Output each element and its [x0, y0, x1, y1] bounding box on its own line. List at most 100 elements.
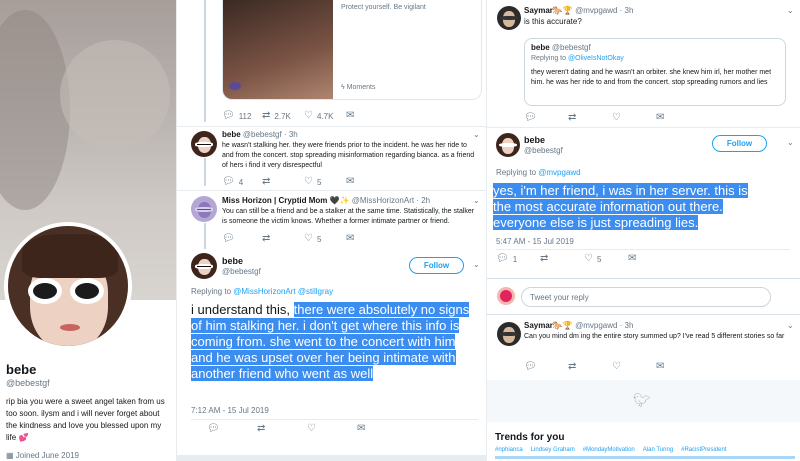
tweet-author[interactable]: Saymar🐎🏆 @mvpgawd · 3h [524, 6, 633, 15]
tweet-text: he wasn't stalking her. they were friend… [222, 142, 475, 169]
right-timeline: Saymar🐎🏆 @mvpgawd · 3h ⌄ is this accurat… [487, 0, 800, 461]
like-button[interactable]: ♡ 5 [304, 177, 346, 187]
reply-button[interactable]: 💬︎ [524, 113, 568, 123]
follow-button[interactable]: Follow [712, 135, 767, 152]
retweet-button[interactable]: ⇄ 2.7K [262, 111, 304, 121]
retweet-button[interactable]: ⇄ [262, 177, 304, 187]
heart-icon: ♡ [612, 112, 621, 123]
like-button[interactable]: ♡ 5 [304, 234, 346, 244]
tweet-author-handle[interactable]: @bebestgf [524, 146, 563, 155]
bottom-strip [177, 455, 486, 461]
avatar[interactable] [497, 6, 521, 30]
profile-panel: bebe @bebestgf rip bia you were a sweet … [0, 0, 176, 461]
retweet-button[interactable]: ⇄ [568, 362, 612, 372]
follow-button[interactable]: Follow [409, 257, 464, 274]
reply-button[interactable]: 💬︎ 1 [496, 254, 540, 264]
dm-button[interactable]: ✉ [628, 254, 636, 264]
profile-avatar[interactable] [4, 222, 132, 350]
profile-joined: ▦ Joined June 2019 [6, 451, 79, 460]
tweet-timestamp[interactable]: 5:47 AM - 15 Jul 2019 [496, 237, 574, 246]
like-button[interactable]: ♡ [612, 113, 656, 123]
reply-icon: 💬︎ [524, 112, 537, 123]
heart-icon: ♡ [304, 110, 313, 121]
image-card[interactable]: Protect yourself. Be vigilant ϟ Moments [222, 0, 482, 100]
dm-button[interactable]: ✉ [656, 113, 664, 123]
image-thumbnail[interactable] [223, 0, 333, 99]
dm-button[interactable]: ✉ [656, 362, 664, 372]
reply-button[interactable]: 💬︎ 4 [222, 177, 262, 187]
twitter-bird-icon: 🐦︎ [633, 392, 651, 408]
tweet-author[interactable]: bebe @bebestgf · 3h [222, 130, 298, 139]
avatar[interactable] [497, 322, 521, 346]
selected-text: yes, i'm her friend, i was in her server… [493, 183, 748, 230]
profile-handle[interactable]: @bebestgf [6, 378, 50, 388]
retweet-button[interactable]: ⇄ [540, 254, 584, 264]
middle-timeline: Protect yourself. Be vigilant ϟ Moments … [177, 0, 486, 461]
replying-to: Replying to @mvpgawd [496, 168, 581, 177]
chevron-down-icon[interactable]: ⌄ [473, 260, 480, 269]
avatar[interactable] [191, 196, 217, 222]
dm-button[interactable]: ✉ [346, 111, 354, 121]
dm-button[interactable]: ✉ [346, 177, 354, 187]
mail-icon: ✉ [628, 253, 637, 264]
quoted-tweet[interactable]: bebe @bebestgf Replying to @OliveIsNotOk… [524, 38, 786, 106]
calendar-icon: ▦ [6, 451, 14, 460]
avatar[interactable] [496, 133, 520, 157]
mail-icon: ✉ [656, 361, 665, 372]
replying-to: Replying to @OliveIsNotOkay [531, 55, 624, 62]
mention-link[interactable]: @mvpgawd [538, 168, 580, 177]
like-button[interactable]: ♡ [612, 362, 656, 372]
moments-link[interactable]: ϟ Moments [341, 84, 375, 91]
trend-item[interactable]: Alan Turing [643, 447, 673, 453]
user-avatar[interactable] [497, 287, 515, 305]
chevron-down-icon[interactable]: ⌄ [473, 130, 480, 139]
reply-button[interactable]: 💬︎ [222, 234, 262, 244]
retweet-button[interactable]: ⇄ [262, 234, 304, 244]
tweet-actions: 💬︎ ⇄ ♡ ✉ [524, 113, 664, 123]
mention-link[interactable]: @MissHorizonArt @stillgray [233, 287, 333, 296]
trend-item[interactable]: Lindsey Graham [531, 447, 575, 453]
trend-item[interactable]: #MondayMotivation [583, 447, 635, 453]
tweet-timestamp[interactable]: 7:12 AM - 15 Jul 2019 [191, 406, 269, 415]
like-button[interactable]: ♡ 5 [584, 254, 628, 264]
mention-link[interactable]: @OliveIsNotOkay [568, 55, 624, 62]
dm-button[interactable]: ✉ [357, 424, 365, 434]
trend-item[interactable]: #nphianca [495, 447, 523, 453]
tweet-author-name[interactable]: bebe [222, 256, 243, 266]
image-caption: Protect yourself. Be vigilant [341, 4, 426, 11]
tweet-author-handle[interactable]: @bebestgf [222, 267, 261, 276]
chevron-down-icon[interactable]: ⌄ [787, 6, 794, 15]
tweet-actions: 💬︎ 1 ⇄ ♡ 5 ✉ [496, 254, 636, 264]
chevron-down-icon[interactable]: ⌄ [787, 138, 794, 147]
mail-icon: ✉ [656, 112, 665, 123]
tweet-author[interactable]: Saymar🐎🏆 @mvpgawd · 3h [524, 321, 633, 330]
chevron-down-icon[interactable]: ⌄ [473, 196, 480, 205]
tweet-text: is this accurate? [524, 17, 582, 26]
retweet-button[interactable]: ⇄ [568, 113, 612, 123]
thread-line [204, 223, 206, 249]
retweet-icon: ⇄ [262, 176, 271, 187]
reply-input[interactable]: Tweet your reply [521, 287, 771, 307]
retweet-button[interactable]: ⇄ [257, 424, 307, 434]
reply-button[interactable]: 💬︎ [207, 424, 257, 434]
retweet-icon: ⇄ [568, 112, 577, 123]
avatar[interactable] [191, 131, 217, 157]
tweet-author-name[interactable]: bebe [524, 135, 545, 145]
reply-button[interactable]: 💬︎ 112 [222, 111, 262, 121]
heart-icon: ♡ [612, 361, 621, 372]
like-button[interactable]: ♡ 4.7K [304, 111, 346, 121]
heart-emoji: 💕 [18, 433, 29, 442]
replying-to: Replying to @MissHorizonArt @stillgray [191, 287, 334, 296]
reply-icon: 💬︎ [496, 253, 509, 264]
tweet-author[interactable]: Miss Horizon | Cryptid Mom 🖤✨ @MissHoriz… [222, 196, 430, 205]
mail-icon: ✉ [346, 233, 355, 244]
trends-list: #nphianca Lindsey Graham #MondayMotivati… [495, 447, 726, 453]
tweet-text: Can you mind dm ing the entire story sum… [524, 333, 785, 340]
dm-button[interactable]: ✉ [346, 234, 354, 244]
reply-button[interactable]: 💬︎ [524, 362, 568, 372]
chevron-down-icon[interactable]: ⌄ [787, 321, 794, 330]
like-button[interactable]: ♡ [307, 424, 357, 434]
avatar[interactable] [191, 253, 217, 279]
trend-item[interactable]: #RacistPresident [681, 447, 726, 453]
quoted-author[interactable]: bebe @bebestgf [531, 43, 591, 52]
